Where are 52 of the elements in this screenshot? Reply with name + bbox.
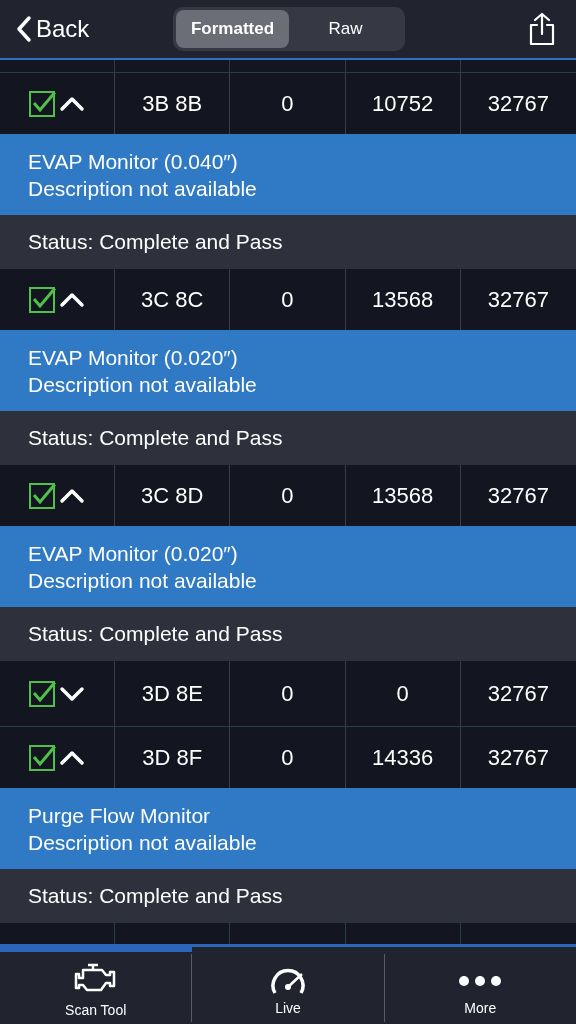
status-text: Status: Complete and Pass <box>28 229 283 256</box>
table-cell-text: 32767 <box>487 680 549 708</box>
table-cell-text: 3C 8C <box>141 286 204 314</box>
description-text: Description not available <box>28 175 258 202</box>
table-cell-text: 32767 <box>487 744 549 772</box>
chevron-up-icon[interactable] <box>59 749 86 766</box>
checkbox[interactable] <box>29 744 56 771</box>
status-text: Status: Complete and Pass <box>28 621 283 648</box>
status-text: Status: Complete and Pass <box>28 883 283 910</box>
table-cell-text: 0 <box>281 90 294 118</box>
table-cell-text: 3C 8D <box>141 482 204 510</box>
share-button[interactable] <box>528 12 556 46</box>
chevron-up-icon[interactable] <box>59 95 86 112</box>
table-cell-text: 13568 <box>372 286 434 314</box>
table-cell-text: 3D 8F <box>142 744 203 772</box>
checkbox[interactable] <box>29 286 56 313</box>
table-cell-text: 13568 <box>372 482 434 510</box>
share-icon <box>528 12 556 46</box>
monitor-title: EVAP Monitor (0.020″) <box>28 540 239 567</box>
back-button[interactable]: Back <box>16 11 156 47</box>
checkbox[interactable] <box>29 482 56 509</box>
chevron-up-icon[interactable] <box>59 487 86 504</box>
table-cell-text: 3D 8E <box>141 680 203 708</box>
tab-bar-item[interactable]: Live <box>192 954 384 1022</box>
segment-tab[interactable]: Formatted <box>176 10 289 48</box>
status-text: Status: Complete and Pass <box>28 425 283 452</box>
table-cell-text: 10752 <box>372 90 434 118</box>
description-text: Description not available <box>28 371 258 398</box>
segment-tab[interactable]: Raw <box>289 10 402 48</box>
monitor-title: EVAP Monitor (0.020″) <box>28 344 239 371</box>
more-icon <box>458 975 503 987</box>
monitor-title: Purge Flow Monitor <box>28 802 212 829</box>
checkbox[interactable] <box>29 680 56 707</box>
tab-bar-item[interactable]: Scan Tool <box>0 952 192 1024</box>
table-cell-text: 32767 <box>487 90 549 118</box>
table-cell-text: 32767 <box>487 286 549 314</box>
monitor-title: EVAP Monitor (0.040″) <box>28 148 239 175</box>
chevron-up-icon[interactable] <box>59 291 86 308</box>
description-text: Description not available <box>28 567 258 594</box>
checkbox[interactable] <box>29 90 56 117</box>
table-cell-text: 0 <box>396 680 409 708</box>
table-cell-text: 0 <box>281 680 294 708</box>
table-cell-text: 14336 <box>372 744 434 772</box>
chevron-left-icon <box>16 15 32 43</box>
table-cell-text: 3B 8B <box>142 90 203 118</box>
tab-bar-item[interactable]: More <box>384 954 576 1022</box>
description-text: Description not available <box>28 829 258 856</box>
table-cell-text: 0 <box>281 286 294 314</box>
chevron-down-icon[interactable] <box>59 685 86 702</box>
table-cell-text: 0 <box>281 482 294 510</box>
table-cell-text: 0 <box>281 744 294 772</box>
table-cell-text: 32767 <box>487 482 549 510</box>
